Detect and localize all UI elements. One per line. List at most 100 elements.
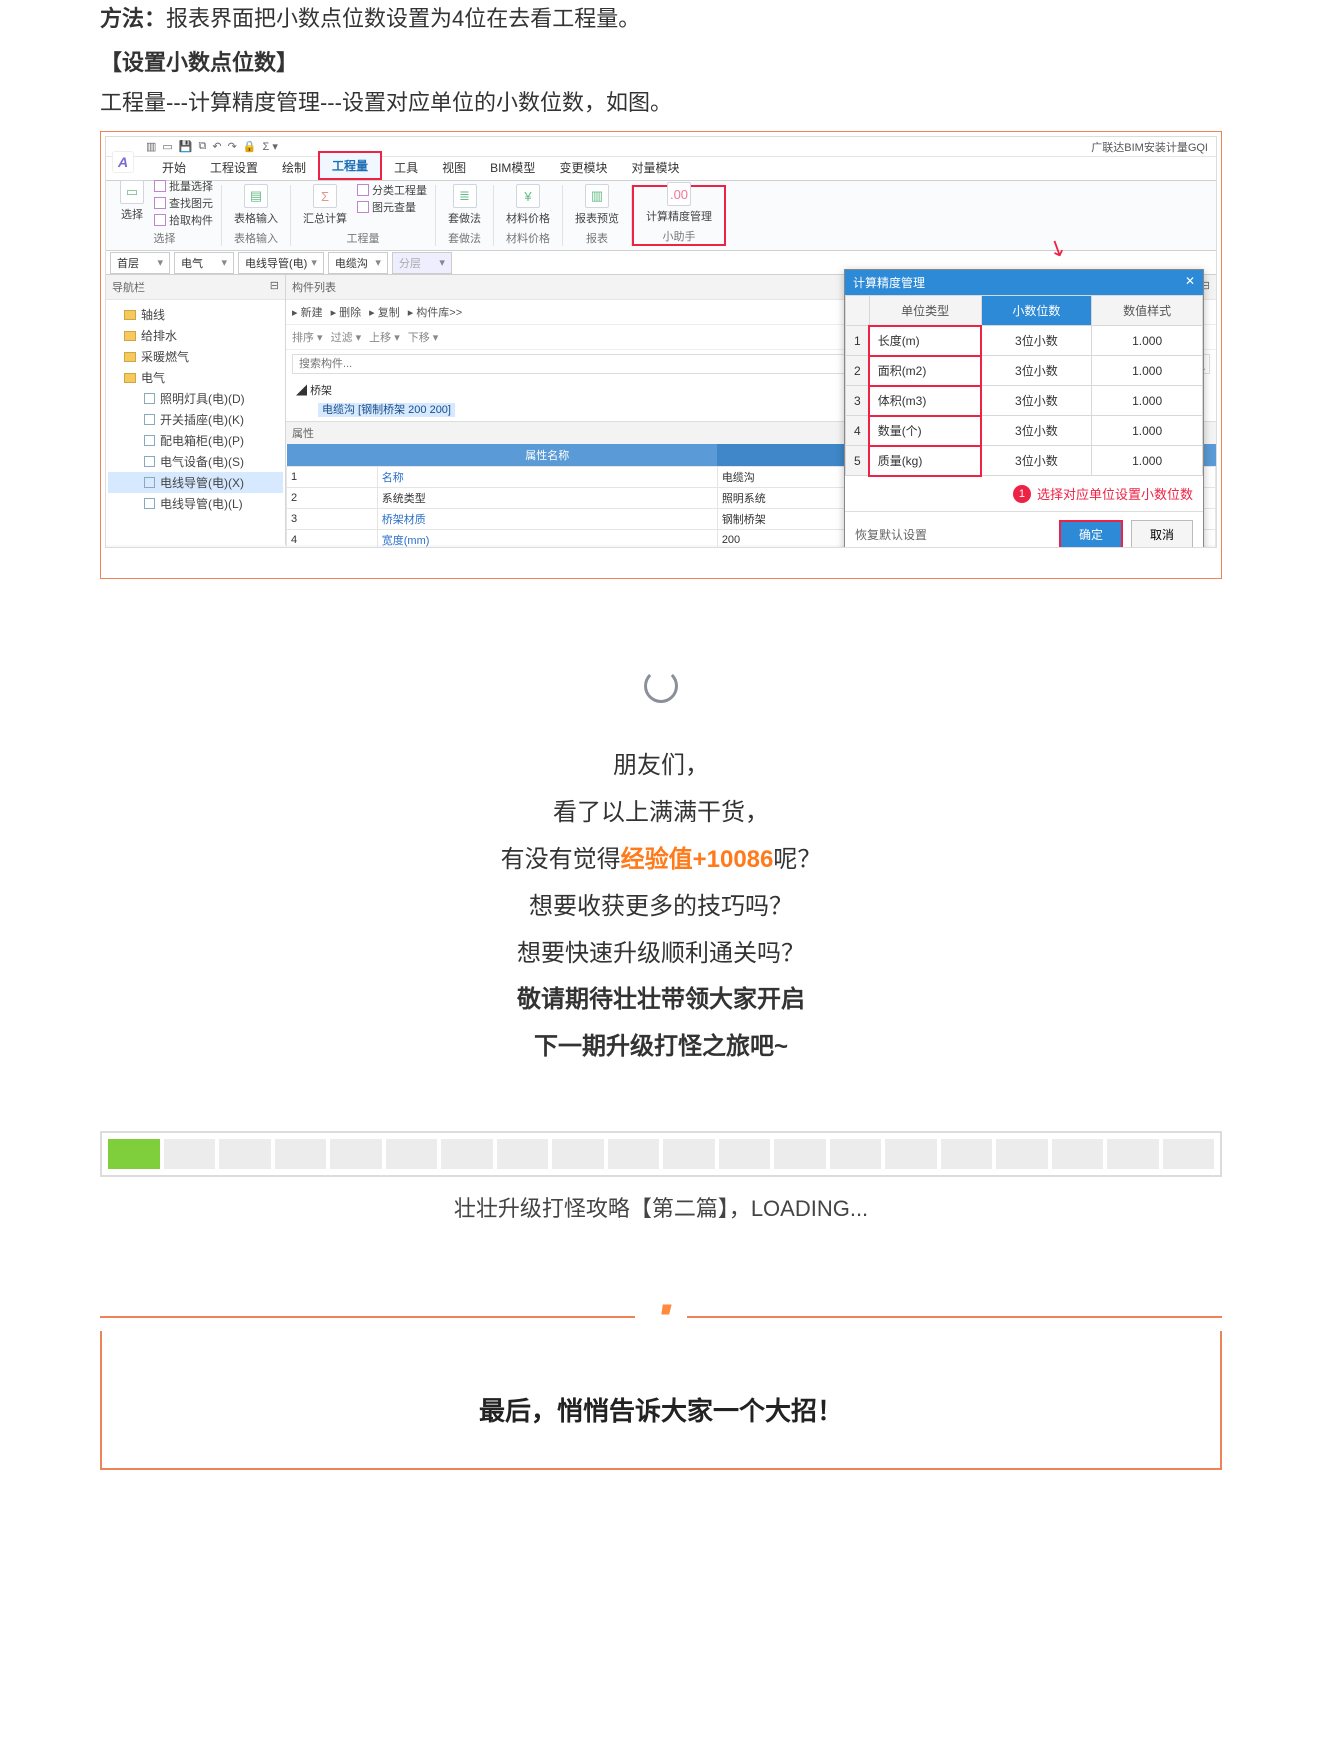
- precision-row[interactable]: 3体积(m3)3位小数1.000: [846, 386, 1203, 416]
- toolbar-item[interactable]: ▸ 删除: [331, 304, 362, 320]
- close-icon[interactable]: ✕: [1185, 274, 1195, 291]
- progress-cell: [552, 1139, 604, 1169]
- tree-node[interactable]: 开关插座(电)(K): [108, 409, 283, 430]
- tree-item-selected[interactable]: 电缆沟 [钢制桥架 200 200]: [318, 403, 455, 417]
- ribbon-item[interactable]: 分类工程量: [357, 182, 427, 198]
- ribbon-group-tableinput: ▤表格输入 表格输入: [222, 185, 291, 246]
- tab-开始[interactable]: 开始: [150, 155, 198, 180]
- nav-title: 导航栏: [112, 279, 145, 295]
- spinner-icon: [644, 669, 678, 703]
- loading-text: 壮壮升级打怪攻略【第二篇】，LOADING...: [0, 1191, 1322, 1223]
- progress-cell: [164, 1139, 216, 1169]
- cancel-button[interactable]: 取消: [1131, 520, 1193, 548]
- precision-table: 单位类型小数位数数值样式1长度(m)3位小数1.0002面积(m2)3位小数1.…: [845, 295, 1203, 476]
- toolbar-item[interactable]: 过滤 ▾: [331, 329, 362, 345]
- progress-cell: [885, 1139, 937, 1169]
- tree-node[interactable]: 配电箱柜(电)(P): [108, 430, 283, 451]
- progress-cell: [774, 1139, 826, 1169]
- collapse-icon[interactable]: ⊟: [270, 279, 279, 295]
- progress-cell: [497, 1139, 549, 1169]
- precision-row[interactable]: 5质量(kg)3位小数1.000: [846, 446, 1203, 476]
- ribbon-item[interactable]: 查找图元: [154, 195, 213, 211]
- progress-cell: [1052, 1139, 1104, 1169]
- progress-cell: [719, 1139, 771, 1169]
- progress-cell: [608, 1139, 660, 1169]
- ribbon-item[interactable]: 批量选择: [154, 178, 213, 194]
- report-preview-button[interactable]: ▥报表预览: [571, 182, 623, 228]
- precision-row[interactable]: 2面积(m2)3位小数1.000: [846, 356, 1203, 386]
- ribbon-group-price: ¥材料价格 材料价格: [494, 185, 563, 246]
- tree-node[interactable]: 轴线: [108, 304, 283, 325]
- section-title: 【设置小数点位数】: [100, 45, 1222, 77]
- section-divider: '': [100, 1303, 1222, 1331]
- ribbon-group-select: ▭选择 批量选择查找图元拾取构件 选择: [108, 185, 222, 246]
- restore-defaults-link[interactable]: 恢复默认设置: [855, 526, 927, 543]
- progress-cell: [1163, 1139, 1215, 1169]
- tab-工程设置[interactable]: 工程设置: [198, 155, 270, 180]
- screenshot-frame: 广联达BIM安装计量GQI A ▥▭💾⧉↶↷🔒Σ ▾ 开始工程设置绘制工程量工具…: [100, 131, 1222, 579]
- tab-工程量[interactable]: 工程量: [318, 151, 382, 180]
- ribbon-item[interactable]: 拾取构件: [154, 212, 213, 228]
- toolbar-item[interactable]: ▸ 复制: [369, 304, 400, 320]
- tree-node[interactable]: 照明灯具(电)(D): [108, 388, 283, 409]
- complist-title: 构件列表: [292, 279, 336, 295]
- selector[interactable]: 电线导管(电): [238, 252, 324, 274]
- progress-cell: [663, 1139, 715, 1169]
- sum-calc-button[interactable]: Σ汇总计算: [299, 182, 351, 228]
- progress-cell: [386, 1139, 438, 1169]
- tree-node[interactable]: 电气设备(电)(S): [108, 451, 283, 472]
- toolbar-item[interactable]: ▸ 新建: [292, 304, 323, 320]
- ribbon-group-quantity: Σ汇总计算 分类工程量图元查量 工程量: [291, 185, 436, 246]
- tab-BIM模型[interactable]: BIM模型: [478, 155, 547, 180]
- ok-button[interactable]: 确定: [1059, 520, 1123, 548]
- app-screenshot: 广联达BIM安装计量GQI A ▥▭💾⧉↶↷🔒Σ ▾ 开始工程设置绘制工程量工具…: [105, 136, 1217, 548]
- section-desc: 工程量---计算精度管理---设置对应单位的小数位数，如图。: [100, 85, 1222, 117]
- tab-工具[interactable]: 工具: [382, 155, 430, 180]
- tab-对量模块[interactable]: 对量模块: [619, 155, 691, 180]
- progress-bar: [100, 1131, 1222, 1177]
- ribbon-item[interactable]: 图元查量: [357, 199, 427, 215]
- progress-cell: [996, 1139, 1048, 1169]
- outro-text: 朋友们， 看了以上满满干货， 有没有觉得经验值+10086呢？ 想要收获更多的技…: [0, 743, 1322, 1071]
- selector[interactable]: 电气: [174, 252, 234, 274]
- quote-icon: '': [657, 1297, 664, 1342]
- selector[interactable]: 首层: [110, 252, 170, 274]
- layer-selector[interactable]: 分层: [392, 252, 452, 274]
- toolbar-item[interactable]: ▸ 构件库>>: [408, 304, 462, 320]
- tree-node[interactable]: 电气: [108, 367, 283, 388]
- progress-cell: [330, 1139, 382, 1169]
- precision-mgmt-button[interactable]: .00计算精度管理: [642, 180, 716, 226]
- tab-变更模块[interactable]: 变更模块: [547, 155, 619, 180]
- app-brand: 广联达BIM安装计量GQI: [1091, 139, 1208, 155]
- tree-node[interactable]: 给排水: [108, 325, 283, 346]
- toolbar-item[interactable]: 上移 ▾: [369, 329, 400, 345]
- callout-badge: 1: [1013, 485, 1031, 503]
- toolbar-item[interactable]: 排序 ▾: [292, 329, 323, 345]
- progress-cell: [219, 1139, 271, 1169]
- ribbon-group-report: ▥报表预览 报表: [563, 185, 632, 246]
- method-button[interactable]: ≣套做法: [444, 182, 485, 228]
- tree-node[interactable]: 电线导管(电)(L): [108, 493, 283, 514]
- selector[interactable]: 电缆沟: [328, 252, 388, 274]
- callout-text: 选择对应单位设置小数位数: [1037, 484, 1193, 503]
- price-button[interactable]: ¥材料价格: [502, 182, 554, 228]
- dialog-titlebar: 计算精度管理 ✕: [845, 270, 1203, 295]
- table-input-button[interactable]: ▤表格输入: [230, 182, 282, 228]
- precision-row[interactable]: 4数量(个)3位小数1.000: [846, 416, 1203, 446]
- progress-cell: [1107, 1139, 1159, 1169]
- final-box: 最后，悄悄告诉大家一个大招！: [100, 1331, 1222, 1470]
- dialog-title: 计算精度管理: [853, 274, 925, 291]
- tab-绘制[interactable]: 绘制: [270, 155, 318, 180]
- precision-dialog: 计算精度管理 ✕ 单位类型小数位数数值样式1长度(m)3位小数1.0002面积(…: [844, 269, 1204, 548]
- precision-row[interactable]: 1长度(m)3位小数1.000: [846, 326, 1203, 356]
- ribbon-tabs: 开始工程设置绘制工程量工具视图BIM模型变更模块对量模块: [106, 157, 1216, 181]
- tree-node[interactable]: 电线导管(电)(X): [108, 472, 283, 493]
- progress-cell: [830, 1139, 882, 1169]
- tree-node[interactable]: 采暖燃气: [108, 346, 283, 367]
- ribbon-group-precision: .00计算精度管理 小助手: [632, 185, 726, 246]
- toolbar-item[interactable]: 下移 ▾: [408, 329, 439, 345]
- select-button[interactable]: ▭选择: [116, 178, 148, 224]
- callout: 1 选择对应单位设置小数位数: [845, 476, 1203, 511]
- method-line: 方法：报表界面把小数点位数设置为4位在去看工程量。: [100, 0, 1222, 37]
- tab-视图[interactable]: 视图: [430, 155, 478, 180]
